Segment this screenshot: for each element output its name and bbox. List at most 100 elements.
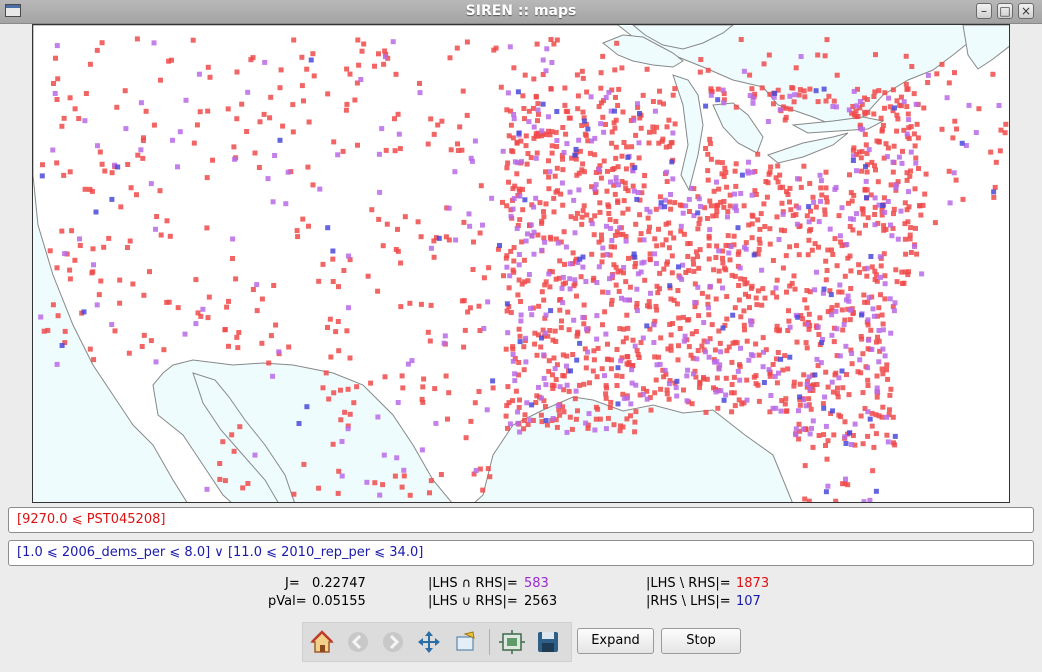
county-point [573,416,579,422]
county-point [632,429,638,435]
county-point [760,364,766,370]
county-point [537,200,543,206]
county-point [847,224,853,229]
county-point [825,384,831,390]
zoom-icon[interactable] [451,628,479,656]
county-point [874,373,880,379]
county-point [397,146,403,152]
county-point [229,432,235,438]
county-point [800,316,806,322]
minimize-button[interactable]: – [976,3,992,19]
county-point [802,496,808,502]
close-button[interactable]: × [1018,3,1034,19]
county-point [906,204,912,210]
county-point [618,358,624,364]
county-point [346,253,351,259]
configure-subplots-icon[interactable] [498,628,526,656]
county-point [609,129,615,135]
county-point [566,388,572,394]
county-point [428,116,434,122]
county-point [664,169,670,175]
county-point [234,116,240,122]
county-point [522,116,527,122]
maximize-button[interactable]: □ [997,3,1013,19]
county-point [381,452,387,458]
stop-button[interactable]: Stop [661,628,741,654]
county-point [589,138,595,144]
county-point [301,98,306,104]
county-point [538,133,544,139]
county-point [516,405,522,410]
county-point [845,293,851,299]
county-point [431,254,437,260]
county-point [621,140,627,145]
county-point [538,344,544,350]
county-point [125,162,131,167]
county-point [750,100,756,106]
county-point [655,290,661,296]
county-point [579,123,585,128]
county-point [601,158,607,164]
intersect-value: 583 [524,576,549,591]
county-point [620,109,626,115]
county-point [520,93,526,99]
county-point [833,308,839,314]
map-canvas[interactable] [33,25,1010,503]
back-icon[interactable] [344,628,372,656]
lhs-query-field[interactable]: [9270.0 ⩽ PST045208] [8,507,1034,533]
county-point [647,129,652,135]
rhs-query-field[interactable]: [1.0 ⩽ 2006_dems_per ⩽ 8.0] ∨ [11.0 ⩽ 20… [8,540,1034,566]
county-point [344,101,350,107]
county-point [750,213,756,219]
county-point [785,192,791,197]
county-point [806,396,812,402]
county-point [830,104,836,109]
county-point [369,207,375,213]
county-point [538,412,544,418]
county-point [706,243,712,249]
county-point [161,347,167,353]
county-point [777,107,783,113]
county-point [746,159,751,165]
county-point [507,273,513,279]
home-icon[interactable] [308,628,336,656]
county-point [732,273,738,279]
county-point [797,381,803,387]
county-point [441,340,447,346]
county-point [823,277,829,283]
county-point [770,290,776,296]
county-point [365,273,371,279]
county-point [654,243,660,249]
county-point [533,94,539,100]
expand-button[interactable]: Expand [577,628,654,654]
county-point [531,229,537,235]
county-point [677,326,683,331]
county-point [505,90,511,96]
county-point [577,382,582,388]
county-point [755,288,761,294]
county-point [265,176,271,182]
county-point [59,343,65,348]
map-view[interactable] [32,24,1010,503]
county-point [273,322,279,328]
county-point [128,185,134,191]
county-point [774,380,780,386]
county-point [534,41,540,47]
county-point [592,186,598,192]
forward-icon[interactable] [379,628,407,656]
county-point [553,377,559,382]
county-point [325,225,331,231]
county-point [330,248,336,254]
county-point [109,170,115,176]
county-point [612,67,618,73]
county-point [804,381,810,387]
county-point [544,422,550,428]
county-point [675,288,681,293]
lhs-minus-rhs-value: 1873 [736,576,770,591]
county-point [250,55,256,61]
save-icon[interactable] [534,628,562,656]
pan-icon[interactable] [415,628,443,656]
county-point [609,238,615,243]
county-point [878,292,883,298]
county-point [890,87,896,93]
